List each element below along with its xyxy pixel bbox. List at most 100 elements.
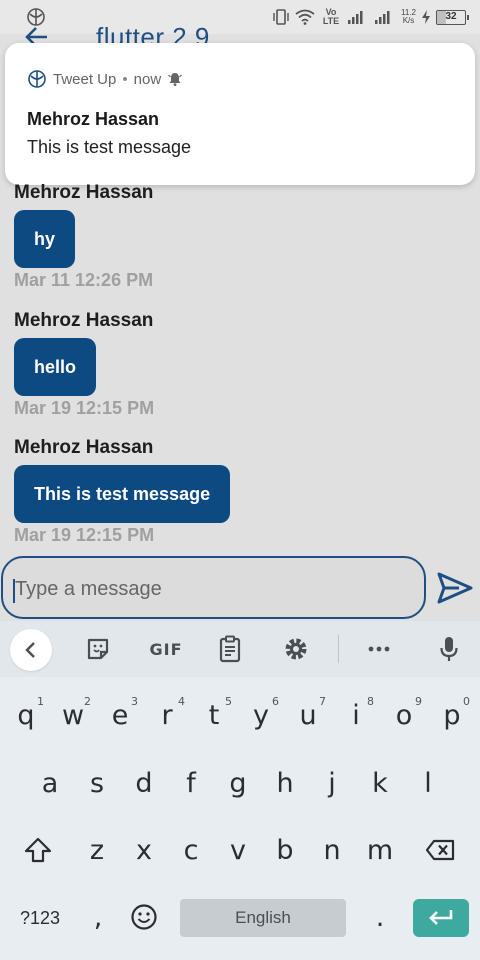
heads-up-notification[interactable]: Tweet Up • now Mehroz Hassan This is tes… bbox=[5, 43, 475, 185]
key-label: r bbox=[161, 699, 173, 731]
gif-label: GIF bbox=[149, 639, 183, 659]
key-b[interactable]: b bbox=[263, 822, 307, 878]
key-p[interactable]: p0 bbox=[430, 687, 474, 743]
key-label: e bbox=[111, 699, 129, 731]
enter-arrow-icon bbox=[429, 910, 453, 925]
key-g[interactable]: g bbox=[216, 755, 260, 811]
keyboard-settings-button[interactable] bbox=[280, 633, 312, 665]
toolbar-divider bbox=[338, 635, 339, 663]
clipboard-button[interactable] bbox=[214, 633, 246, 665]
key-m[interactable]: m bbox=[358, 822, 402, 878]
key-hint: 2 bbox=[84, 695, 91, 708]
message-sender: Mehroz Hassan bbox=[14, 437, 154, 458]
key-hint: 0 bbox=[463, 695, 470, 708]
message-bubble[interactable]: hy bbox=[14, 210, 76, 268]
emoji-key[interactable] bbox=[122, 889, 166, 945]
sticker-icon bbox=[87, 638, 109, 660]
tweet-up-app-icon bbox=[28, 70, 46, 88]
soft-keyboard: GIF ?123 , English . q 1 w 2 e 3 r 4 t 5… bbox=[0, 621, 480, 960]
chevron-left-icon bbox=[25, 642, 35, 658]
key-q[interactable]: q1 bbox=[4, 687, 48, 743]
key-v[interactable]: v bbox=[216, 822, 260, 878]
key-j[interactable]: j bbox=[310, 755, 354, 811]
key-a[interactable]: a bbox=[28, 755, 72, 811]
message-item: Mehroz Hassan This is test message Mar 1… bbox=[14, 437, 231, 546]
send-icon[interactable] bbox=[437, 571, 473, 605]
key-hint: 9 bbox=[415, 695, 422, 708]
key-label: u bbox=[299, 699, 317, 731]
backspace-key[interactable] bbox=[418, 822, 462, 878]
period-key[interactable]: . bbox=[358, 889, 402, 945]
key-c[interactable]: c bbox=[169, 822, 213, 878]
key-label: w bbox=[61, 699, 85, 731]
message-item: Mehroz Hassan hy Mar 11 12:26 PM bbox=[14, 182, 153, 291]
key-hint: 7 bbox=[319, 695, 326, 708]
microphone-icon bbox=[440, 637, 458, 661]
message-bubble[interactable]: This is test message bbox=[14, 465, 231, 523]
emoji-icon bbox=[131, 904, 157, 930]
key-w[interactable]: w2 bbox=[51, 687, 95, 743]
alert-bell-icon bbox=[168, 73, 183, 86]
key-label: i bbox=[352, 699, 360, 731]
keyboard-toolbar: GIF bbox=[0, 621, 480, 677]
notification-body: This is test message bbox=[27, 137, 192, 157]
message-input-placeholder: Type a message bbox=[15, 578, 162, 600]
key-n[interactable]: n bbox=[310, 822, 354, 878]
keyboard-collapse-button[interactable] bbox=[10, 629, 52, 671]
key-label: p bbox=[443, 699, 461, 731]
notification-header: Tweet Up • now bbox=[27, 69, 183, 89]
key-y[interactable]: y6 bbox=[239, 687, 283, 743]
symbols-key[interactable]: ?123 bbox=[12, 899, 68, 937]
message-input[interactable]: Type a message bbox=[1, 556, 426, 619]
key-o[interactable]: o9 bbox=[382, 687, 426, 743]
comma-key[interactable]: , bbox=[76, 889, 120, 945]
enter-key[interactable] bbox=[413, 899, 469, 937]
message-timestamp: Mar 19 12:15 PM bbox=[14, 398, 155, 418]
key-k[interactable]: k bbox=[358, 755, 402, 811]
composer: Type a message bbox=[0, 555, 480, 621]
key-x[interactable]: x bbox=[122, 822, 166, 878]
key-t[interactable]: t5 bbox=[192, 687, 236, 743]
key-r[interactable]: r4 bbox=[145, 687, 189, 743]
notification-separator: • bbox=[122, 70, 128, 88]
shift-key[interactable] bbox=[16, 822, 60, 878]
more-options-button[interactable] bbox=[363, 633, 395, 665]
message-sender: Mehroz Hassan bbox=[14, 310, 154, 331]
key-d[interactable]: d bbox=[122, 755, 166, 811]
message-bubble[interactable]: hello bbox=[14, 338, 97, 396]
key-hint: 1 bbox=[37, 695, 44, 708]
key-hint: 6 bbox=[272, 695, 279, 708]
message-item: Mehroz Hassan hello Mar 19 12:15 PM bbox=[14, 310, 154, 419]
key-f[interactable]: f bbox=[169, 755, 213, 811]
key-label: q bbox=[17, 699, 35, 731]
key-z[interactable]: z bbox=[75, 822, 119, 878]
message-timestamp: Mar 11 12:26 PM bbox=[14, 270, 154, 290]
clipboard-icon bbox=[219, 635, 241, 663]
voice-input-button[interactable] bbox=[433, 633, 465, 665]
gif-button[interactable]: GIF bbox=[148, 633, 184, 665]
key-e[interactable]: e3 bbox=[98, 687, 142, 743]
battery-level: 32 bbox=[445, 10, 457, 22]
key-h[interactable]: h bbox=[263, 755, 307, 811]
key-i[interactable]: i8 bbox=[334, 687, 378, 743]
key-hint: 8 bbox=[367, 695, 374, 708]
key-hint: 5 bbox=[225, 695, 232, 708]
key-label: o bbox=[395, 699, 413, 731]
key-hint: 4 bbox=[178, 695, 185, 708]
message-list[interactable]: Mehroz Hassan hy Mar 11 12:26 PM Mehroz … bbox=[0, 180, 480, 550]
key-label: t bbox=[208, 699, 220, 731]
key-u[interactable]: u7 bbox=[286, 687, 330, 743]
gear-icon bbox=[285, 638, 307, 660]
message-sender: Mehroz Hassan bbox=[14, 182, 154, 203]
key-label: y bbox=[253, 699, 269, 731]
sticker-button[interactable] bbox=[82, 633, 114, 665]
key-s[interactable]: s bbox=[75, 755, 119, 811]
more-horizontal-icon bbox=[368, 646, 390, 652]
backspace-icon bbox=[425, 839, 455, 861]
notification-time: now bbox=[133, 70, 162, 88]
key-l[interactable]: l bbox=[406, 755, 450, 811]
key-hint: 3 bbox=[131, 695, 138, 708]
notification-sender: Mehroz Hassan bbox=[27, 109, 160, 129]
space-key[interactable]: English bbox=[180, 899, 346, 937]
notification-app-name: Tweet Up bbox=[53, 70, 117, 88]
